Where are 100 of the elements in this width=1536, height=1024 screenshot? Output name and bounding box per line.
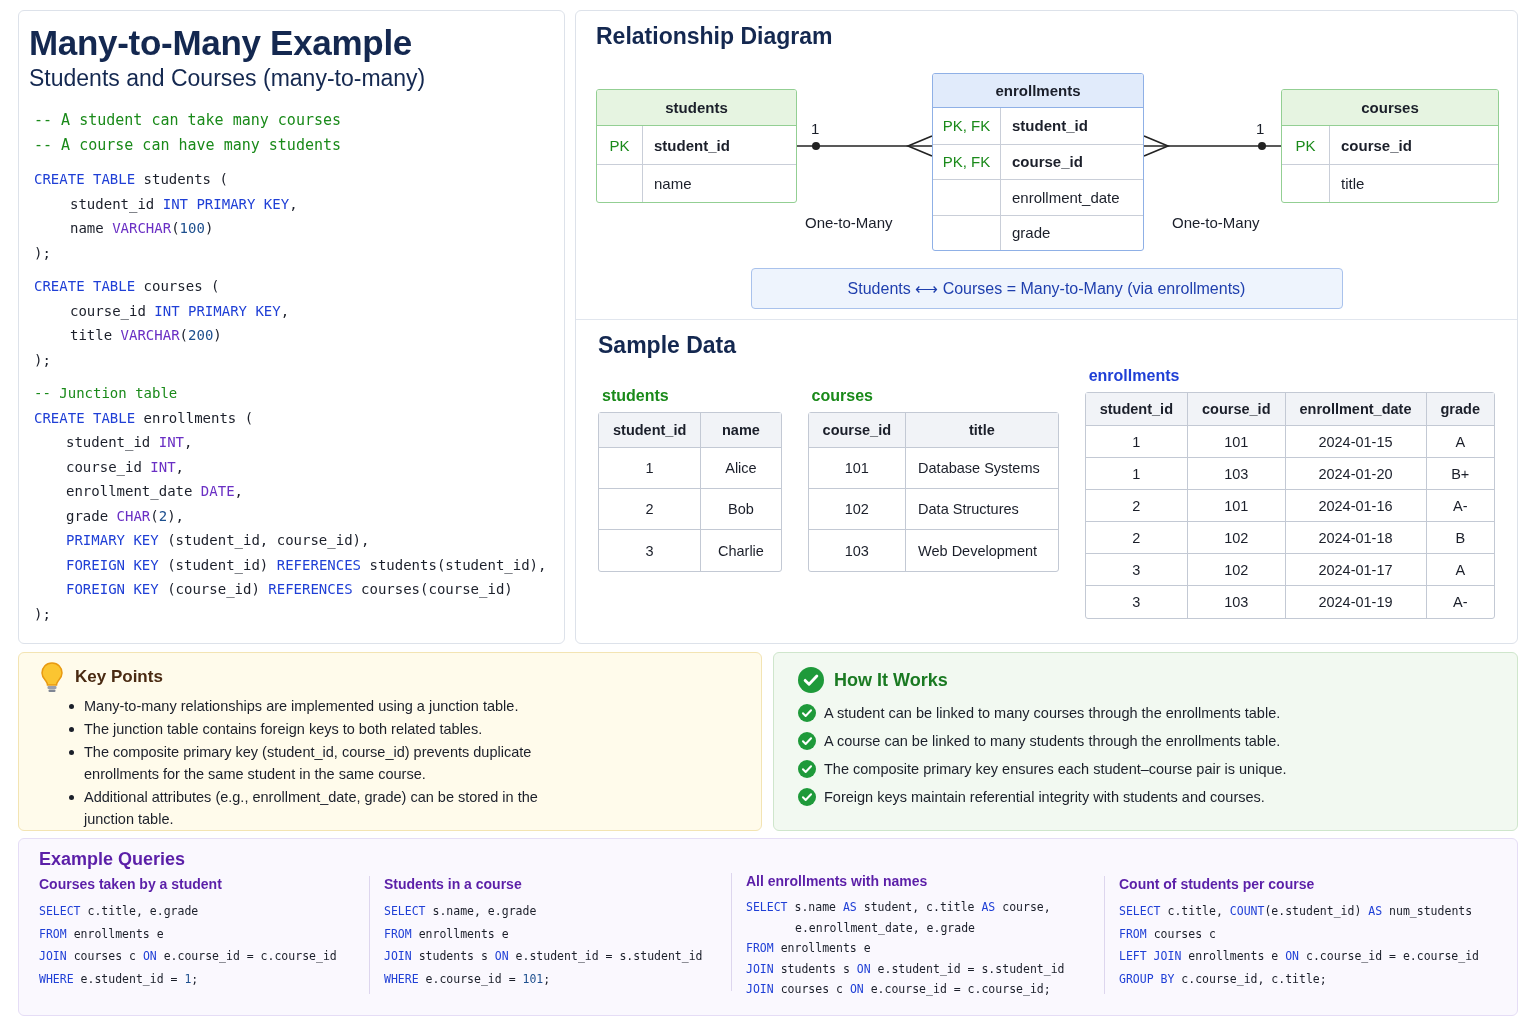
query-title: Count of students per course [1119, 876, 1315, 892]
table-cell: 2024-01-19 [1285, 586, 1427, 618]
check-circle-icon [798, 704, 816, 722]
code-line: JOIN students s ON e.student_id = s.student_id [384, 948, 703, 965]
check-circle-icon [798, 788, 816, 806]
column-name: title [1341, 175, 1365, 192]
table-cell: 2024-01-17 [1285, 554, 1427, 586]
table-cell: 103 [1188, 586, 1286, 618]
section-title: Example Queries [39, 849, 186, 869]
code-line: -- A course can have many students [34, 135, 342, 156]
cardinality-label: 1 [811, 120, 820, 137]
list-item: The junction table contains foreign keys to both related tables. [84, 720, 483, 739]
code-line: GROUP BY c.course_id, c.title; [1119, 970, 1327, 988]
check-circle-icon [798, 760, 816, 778]
table-cell: 1 [1085, 458, 1188, 490]
lightbulb-icon [39, 661, 65, 693]
table-cell-text: Web Development [917, 541, 1039, 561]
query-title: Students in a course [384, 876, 522, 892]
column-header: course_id [1188, 393, 1286, 426]
relationship-label: One-to-Many [805, 214, 893, 231]
code-line: SELECT c.title, e.grade [39, 903, 199, 920]
table-cell: A [1426, 554, 1494, 586]
summary-banner: Students ⟷ Courses = Many-to-Many (via enrollments) [750, 268, 1343, 309]
section-title: Relationship Diagram [596, 23, 833, 50]
table-cell: Bob [701, 489, 781, 530]
cardinality-label: 1 [1256, 120, 1265, 137]
list-item: A student can be linked to many courses through the enrollments table. [824, 704, 1281, 723]
table-cell: B [1426, 522, 1494, 554]
column-header: course_id [808, 413, 907, 448]
column-header: name [701, 413, 781, 448]
table-cell: Alice [701, 448, 781, 489]
code-line: course_id INT, [66, 457, 185, 478]
list-item: Foreign keys maintain referential integrity with students and courses. [824, 788, 1265, 807]
bullet-icon [69, 727, 74, 732]
list-item: Many-to-many relationships are implemented using a junction table. [84, 697, 519, 716]
table-cell: 1 [599, 448, 702, 489]
table-cell: 102 [808, 489, 907, 530]
column-name: course_id [1012, 153, 1083, 171]
entity-header: enrollments [933, 74, 1143, 108]
code-line: -- A student can take many courses [34, 110, 342, 131]
key-label: PK [609, 136, 630, 154]
code-line: ); [34, 604, 51, 624]
code-line: JOIN students s ON e.student_id = s.student_id [746, 960, 1065, 978]
code-line: FOREIGN KEY (student_id) REFERENCES students(student_id), [66, 555, 547, 576]
bullet-icon [69, 750, 74, 755]
box-title: Key Points [75, 667, 163, 687]
table-cell: A- [1426, 490, 1494, 522]
code-line: -- Junction table [34, 384, 178, 403]
check-circle-icon [798, 732, 816, 750]
code-line: LEFT JOIN enrollments e ON c.course_id = e.course_id [1119, 948, 1480, 965]
table-caption: enrollments [1088, 367, 1180, 385]
column-header: grade [1426, 393, 1494, 426]
bullet-icon [69, 704, 74, 709]
list-item: The composite primary key (student_id, course_id) prevents duplicate enrollments for the same student in the same course. [84, 743, 533, 784]
page-subtitle: Students and Courses (many-to-many) [29, 65, 427, 92]
column-name: grade [1012, 224, 1051, 242]
table-cell: 3 [1085, 586, 1188, 618]
code-line: FROM enrollments e [384, 925, 509, 943]
column-header: student_id [599, 413, 702, 448]
code-line: SELECT s.name AS student, c.title AS course, [746, 899, 1051, 916]
table-cell: 3 [599, 530, 702, 571]
table-cell: 2024-01-20 [1285, 458, 1427, 490]
code-line: CREATE TABLE enrollments ( [34, 408, 254, 428]
code-line: JOIN courses c ON e.course_id = c.course_id; [746, 981, 1051, 998]
entity-header: courses [1282, 90, 1498, 126]
table-cell: 102 [1188, 554, 1286, 586]
table-cell: 101 [808, 448, 907, 489]
code-line: FOREIGN KEY (course_id) REFERENCES courses(course_id) [66, 580, 513, 600]
column-name: name [654, 175, 692, 192]
table-cell: 2024-01-16 [1285, 490, 1427, 522]
table-cell: 2 [1085, 522, 1188, 554]
code-line: name VARCHAR(100) [70, 219, 214, 238]
table-cell: 2024-01-18 [1285, 522, 1427, 554]
code-line: course_id INT PRIMARY KEY, [70, 301, 290, 322]
code-line: FROM courses c [1119, 925, 1216, 943]
table-cell: 2 [599, 489, 702, 530]
code-line: CREATE TABLE students ( [34, 170, 228, 189]
list-item: The composite primary key ensures each student–course pair is unique. [824, 760, 1287, 779]
section-title: Sample Data [598, 332, 737, 359]
column-name: student_id [654, 136, 730, 154]
code-line: WHERE e.course_id = 101; [384, 970, 551, 988]
box-title: How It Works [834, 669, 948, 691]
code-line: WHERE e.student_id = 1; [39, 970, 199, 988]
list-item: Additional attributes (e.g., enrollment_date, grade) can be stored in the junction table. [84, 788, 539, 829]
table-cell: 101 [1188, 490, 1286, 522]
column-header: enrollment_date [1285, 393, 1427, 426]
code-line: enrollment_date DATE, [66, 482, 243, 502]
column-header: student_id [1085, 393, 1188, 426]
column-header: title [906, 413, 1058, 448]
entity-header: students [597, 90, 796, 126]
table-cell: 102 [1188, 522, 1286, 554]
code-line: SELECT s.name, e.grade [384, 903, 537, 920]
table-cell: Database Systems [906, 448, 1058, 489]
column-name: enrollment_date [1012, 188, 1120, 206]
page-title: Many-to-Many Example [29, 23, 413, 63]
table-cell: 2024-01-15 [1285, 426, 1427, 458]
code-line: FROM enrollments e [746, 940, 871, 957]
table-caption: students [602, 387, 669, 405]
table-caption: courses [811, 387, 873, 405]
key-label: PK [1295, 136, 1316, 154]
